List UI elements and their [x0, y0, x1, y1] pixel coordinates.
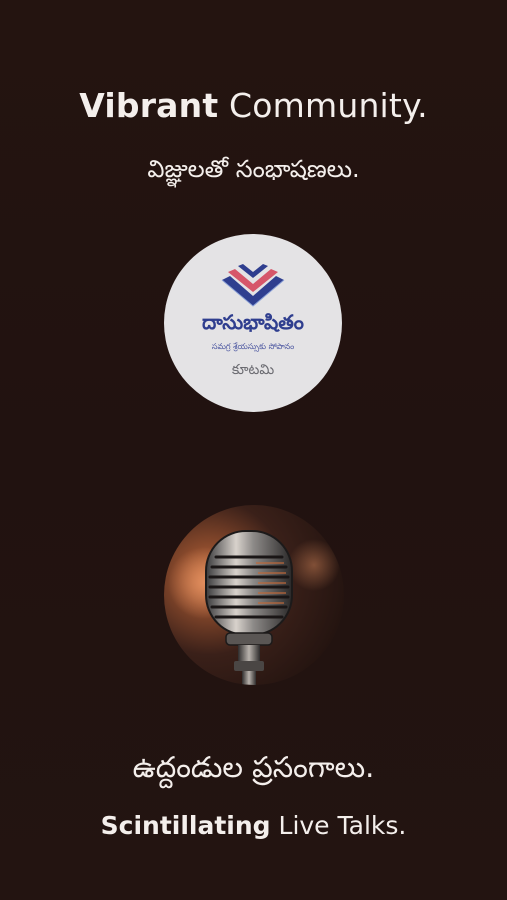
- logo-subtitle: కూటమి: [231, 362, 275, 378]
- headline-rest: Community.: [218, 86, 428, 125]
- promo-screen: Vibrant Community. విజ్ఞులతో సంభాషణలు. ద…: [0, 0, 507, 900]
- logo-name: దాసుభాషితం: [202, 310, 304, 334]
- talks-english-bold: Scintillating: [100, 811, 271, 840]
- headline: Vibrant Community.: [0, 86, 507, 125]
- microphone-image: [164, 505, 344, 685]
- subheadline-telugu: విజ్ఞులతో సంభాషణలు.: [147, 155, 360, 183]
- headline-bold: Vibrant: [79, 86, 219, 125]
- logo-tagline: సమగ్ర శ్రేయస్సుకు సోపానం: [211, 342, 295, 351]
- logo-badge: దాసుభాషితం సమగ్ర శ్రేయస్సుకు సోపానం కూటమ…: [164, 234, 342, 412]
- talks-english-rest: Live Talks.: [270, 811, 407, 840]
- talks-telugu: ఉద్దండుల ప్రసంగాలు.: [132, 750, 375, 784]
- talks-english: Scintillating Live Talks.: [0, 811, 507, 840]
- microphone-icon: [168, 530, 340, 685]
- book-chevron-logo-icon: [221, 264, 285, 307]
